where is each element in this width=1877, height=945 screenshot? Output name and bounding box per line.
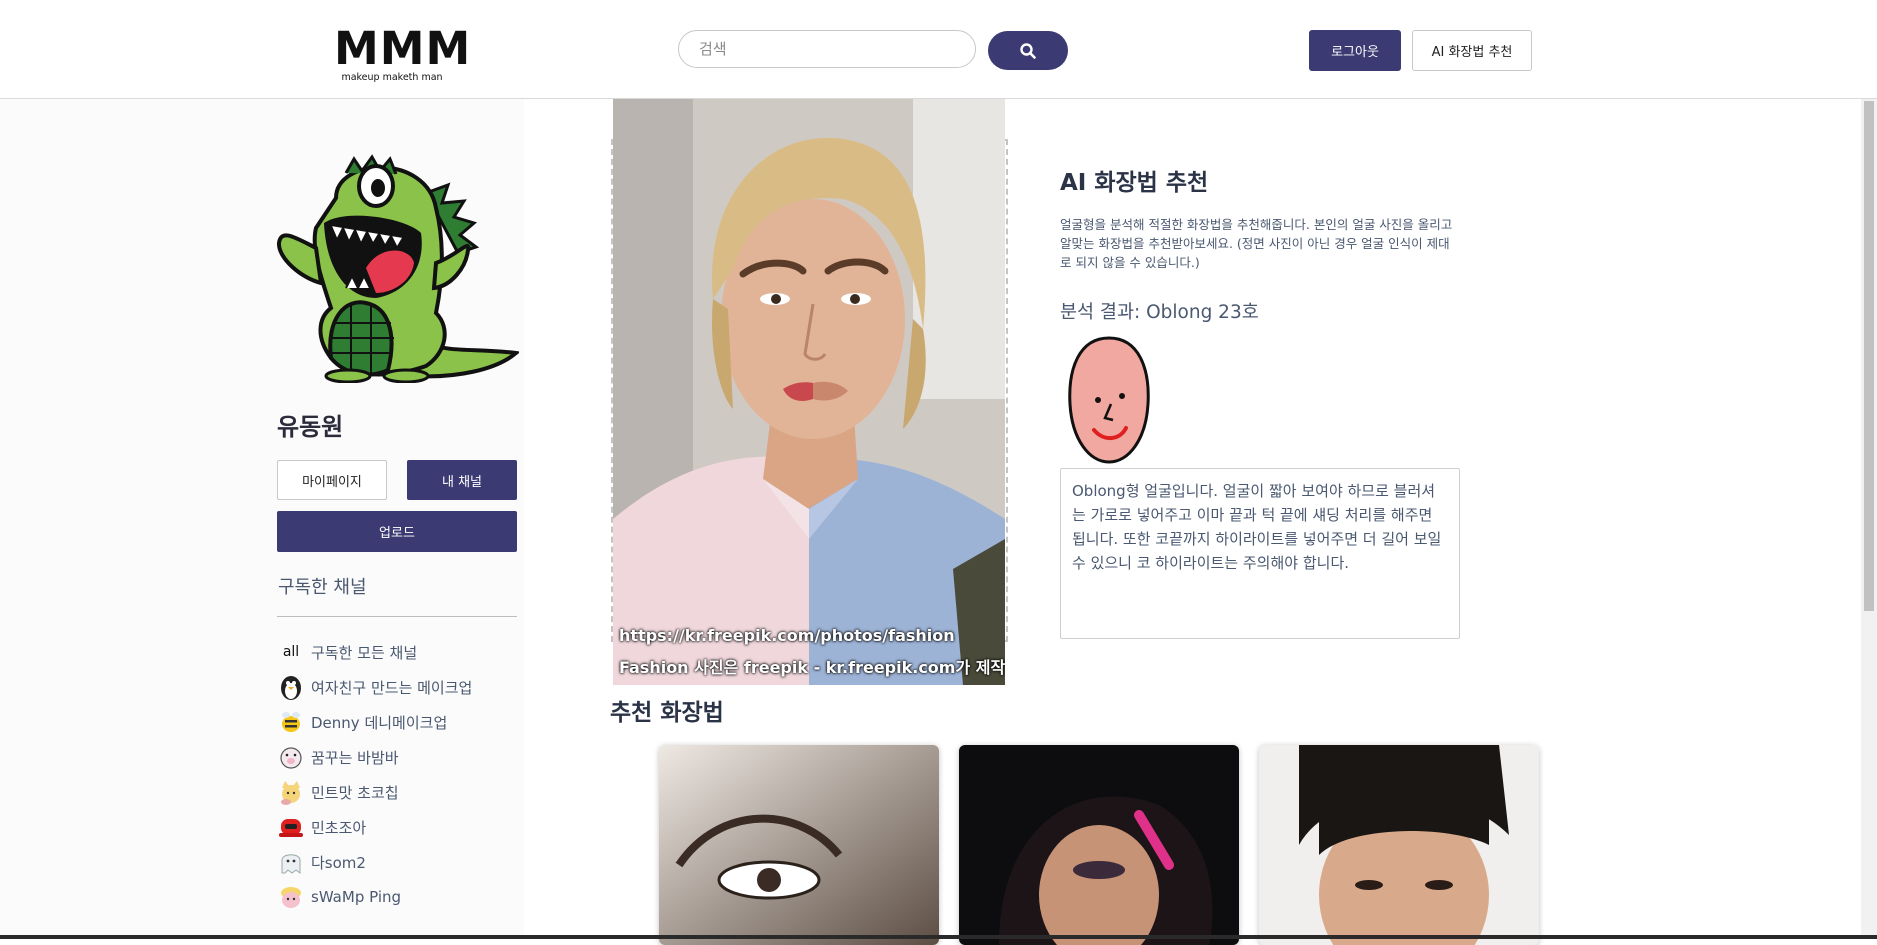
username: 유동원 [277,413,344,441]
uploaded-face-photo: https://kr.freepik.com/photos/fashion Fa… [613,99,1005,685]
channel-item[interactable]: 민초조아 [277,813,366,841]
channel-item[interactable]: 다som2 [277,848,366,876]
avatar[interactable] [276,138,519,383]
portrait-illustration [613,99,1005,685]
ai-description: 얼굴형을 분석해 적절한 화장법을 추천해줍니다. 본인의 얼굴 사진을 올리고… [1060,217,1453,270]
channel-label: 꿈꾸는 바밤바 [311,748,399,767]
subscribed-channels-title: 구독한 채널 [278,577,367,598]
penguin-icon [281,676,301,700]
logout-button[interactable]: 로그아웃 [1309,30,1401,71]
my-channel-button[interactable]: 내 채널 [407,460,517,500]
channel-label: 민초조아 [311,818,367,837]
channel-item[interactable]: sWaMp Ping [277,883,401,911]
video-thumbnail [1259,745,1539,945]
channel-label: sWaMp Ping [311,888,402,906]
video-thumbnail [659,745,939,945]
video-thumbnail [959,745,1239,945]
channel-item[interactable]: 민트맛 초코칩 [277,778,399,806]
ghost-icon [281,854,301,874]
ai-makeup-button[interactable]: AI 화장법 추천 [1412,30,1532,71]
bottom-strip [0,935,1877,939]
logo-sub-text: makeup maketh man [341,72,443,83]
logo-main-text: MMM [334,22,472,75]
recommended-video-card[interactable] [1259,745,1539,945]
channel-item[interactable]: all 구독한 모든 채널 [277,638,417,666]
recommended-makeup-title: 추천 화장법 [610,700,724,726]
recommended-video-card[interactable] [659,745,939,945]
channel-label: 다som2 [311,853,366,872]
divider [277,616,517,617]
channel-item[interactable]: Denny 데니메이크업 [277,708,447,736]
mypage-button[interactable]: 마이페이지 [277,460,387,500]
bee-icon [282,712,300,732]
analysis-result: 분석 결과: Oblong 23호 [1060,302,1259,323]
scrollbar-thumb[interactable] [1864,101,1874,611]
channel-label: 구독한 모든 채널 [311,643,418,662]
all-text-icon: all [282,644,300,660]
analysis-textbox[interactable]: Oblong형 얼굴입니다. 얼굴이 짧아 보여야 하므로 블러셔는 가로로 넣… [1060,468,1460,639]
channel-item[interactable]: 여자친구 만드는 메이크업 [277,673,472,701]
pig-icon [280,747,302,769]
search-input[interactable] [678,30,976,68]
site-logo[interactable]: MMM makeup maketh man [334,22,472,83]
search-icon [1020,42,1036,59]
search-button[interactable] [988,31,1068,70]
recommended-video-card[interactable] [959,745,1239,945]
channel-item[interactable]: 꿈꾸는 바밤바 [277,743,399,771]
photo-credit-url: https://kr.freepik.com/photos/fashion [619,626,955,645]
red-robot-icon [279,819,303,837]
channel-label: 민트맛 초코칩 [311,783,399,802]
ai-section-title: AI 화장법 추천 [1060,170,1209,196]
upload-button[interactable]: 업로드 [277,511,517,552]
photo-credit-text: Fashion 사진은 freepik - kr.freepik.com가 제작… [619,658,1005,677]
face-shape-icon [1068,336,1150,464]
top-header: MMM makeup maketh man 로그아웃 AI 화장법 추천 [0,0,1877,99]
pink-creature-icon [281,887,301,908]
channel-label: 여자친구 만드는 메이크업 [311,678,473,697]
channel-label: Denny 데니메이크업 [311,713,448,732]
cat-icon [281,781,300,805]
